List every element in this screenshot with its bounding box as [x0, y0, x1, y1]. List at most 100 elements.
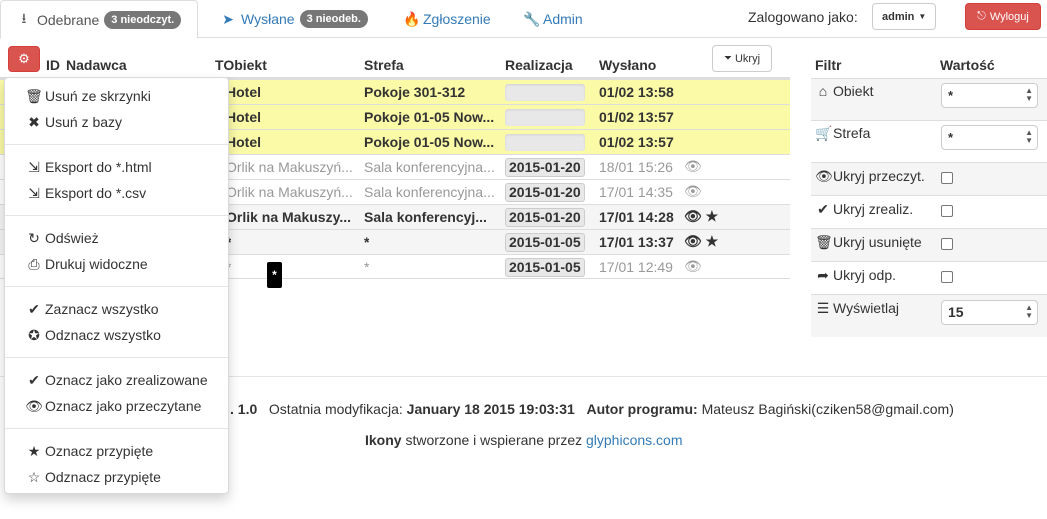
unreceived-badge: 3 nieodeb.: [299, 10, 368, 28]
trash-icon: 🗑: [815, 234, 833, 250]
menu-item-remove-db[interactable]: ✖ Usuń z bazy: [25, 114, 122, 131]
hide-done-checkbox[interactable]: [941, 205, 953, 217]
hide-replied-label: ➦ Ukryj odp.: [815, 267, 896, 284]
modified-label: Ostatnia modyfikacja:: [268, 401, 403, 417]
ok-icon: ✔: [817, 201, 829, 217]
hide-button-label: Ukryj: [734, 52, 761, 65]
hide-read-label: 👁Ukryj przeczyt.: [815, 168, 925, 185]
filter-zone-text: Strefa: [833, 125, 871, 141]
hide-button[interactable]: ⏷ Ukryj: [712, 45, 772, 72]
filter-row-object: ⌂ Obiekt * ▲ ▼: [811, 78, 1047, 120]
hide-deleted-checkbox[interactable]: [941, 238, 953, 250]
display-text: Wyświetlaj: [833, 300, 899, 316]
author-value: Mateusz Bagiński(cziken58@gmail.com): [701, 401, 954, 417]
menu-item-select-all[interactable]: ✔ Zaznacz wszystko: [25, 301, 158, 318]
hide-read-checkbox[interactable]: [941, 172, 953, 184]
cell-zone: Sala konferencyj...: [364, 209, 487, 225]
logout-button[interactable]: ⎋ Wyloguj: [965, 3, 1041, 30]
cell-object: Hotel: [226, 134, 261, 150]
menu-item-mark-done[interactable]: ✔ Oznacz jako zrealizowane: [25, 372, 208, 389]
cell-sent: 17/01 14:35: [599, 184, 673, 200]
menu-item-unpin[interactable]: ☆ Odznacz przypięte: [25, 469, 161, 486]
menu-item-export-csv[interactable]: ⇲ Eksport do *.csv: [25, 185, 146, 202]
cell-sent: 17/01 14:28: [599, 209, 674, 225]
actions-dropdown-menu: 🗑 Usuń ze skrzynki ✖ Usuń z bazy ⇲ Eksport …: [4, 77, 229, 494]
cell-zone: *: [364, 234, 370, 250]
filter-icon: ⏷: [723, 53, 732, 64]
eye-star-icon: 👁 ★: [684, 233, 719, 249]
hide-replied-text: Ukryj odp.: [833, 267, 897, 283]
realization-progress: [505, 84, 585, 101]
object-select[interactable]: * ▲ ▼: [941, 83, 1038, 108]
user-name: admin: [882, 10, 915, 23]
cell-zone: Sala konferencyjna...: [364, 159, 495, 175]
filter-object-label: ⌂ Obiekt: [815, 83, 874, 99]
realization-date: 2015-01-05: [505, 258, 585, 277]
glyphicons-link[interactable]: glyphicons.com: [586, 432, 683, 448]
column-sender[interactable]: Nadawca: [66, 57, 127, 73]
tab-inbox-label: Odebrane: [37, 11, 100, 28]
filter-header: Filtr: [815, 57, 842, 73]
cell-sent: 17/01 13:37: [599, 234, 674, 250]
realization-date: 2015-01-20: [505, 158, 585, 177]
column-realization[interactable]: Realizacja: [505, 57, 573, 73]
filter-row-display: ☰ Wyświetlaj 15 ▲ ▼: [811, 294, 1047, 337]
tab-report[interactable]: 🔥 Zgłoszenie: [387, 0, 507, 38]
menu-item-label: Oznacz przypięte: [45, 443, 154, 459]
eye-star-icon: 👁 ★: [684, 208, 719, 224]
tab-admin-label: Admin: [543, 11, 583, 27]
menu-item-pin[interactable]: ★ Oznacz przypięte: [25, 443, 153, 460]
icons-label: Ikony: [365, 432, 402, 448]
menu-item-label: Eksport do *.csv: [45, 185, 147, 201]
tab-sent[interactable]: ➤ Wysłane 3 nieodeb.: [205, 0, 384, 38]
menu-item-mark-read[interactable]: 👁 Oznacz jako przeczytane: [25, 398, 201, 415]
realization-date: 2015-01-05: [505, 233, 585, 252]
gear-icon: ⚙: [18, 51, 30, 66]
star-empty-icon: ☆: [27, 469, 41, 485]
menu-item-print[interactable]: ⎙ Drukuj widoczne: [25, 256, 147, 273]
menu-item-remove-inbox[interactable]: 🗑 Usuń ze skrzynki: [25, 88, 151, 105]
display-count-input[interactable]: 15 ▲ ▼: [941, 300, 1038, 325]
menu-item-export-html[interactable]: ⇲ Eksport do *.html: [25, 159, 151, 176]
display-count-value: 15: [948, 304, 964, 320]
actions-menu-button[interactable]: ⚙: [8, 46, 40, 72]
user-dropdown[interactable]: admin ▼: [872, 3, 937, 30]
logout-icon: ⎋: [977, 10, 986, 22]
filter-row-hide-done: ✔ Ukryj zrealiz.: [811, 195, 1047, 228]
menu-divider: [5, 428, 228, 429]
hide-replied-checkbox[interactable]: [941, 271, 953, 283]
filter-row-hide-deleted: 🗑Ukryj usunięte: [811, 228, 1047, 261]
modified-value: January 18 2015 19:03:31: [406, 401, 575, 417]
display-label: ☰ Wyświetlaj: [815, 300, 899, 317]
realization-date: 2015-01-20: [505, 208, 585, 227]
column-id[interactable]: ID: [46, 57, 60, 73]
tab-inbox[interactable]: ⭳ Odebrane 3 nieodczyt.: [0, 0, 199, 39]
tab-sent-label: Wysłane: [241, 11, 295, 27]
menu-item-label: Usuń z bazy: [45, 114, 123, 130]
menu-item-label: Usuń ze skrzynki: [45, 88, 151, 104]
zone-select[interactable]: * ▲ ▼: [941, 125, 1038, 150]
menu-item-deselect-all[interactable]: ✪ Odznacz wszystko: [25, 327, 161, 344]
cell-object: Hotel: [226, 109, 261, 125]
share-icon: ➦: [817, 267, 829, 283]
cell-object: Orlik na Makuszy...: [226, 209, 352, 225]
menu-divider: [5, 144, 228, 145]
column-sent[interactable]: Wysłano: [599, 57, 656, 73]
spinner-arrows-icon: ▲ ▼: [1025, 303, 1033, 320]
export-icon: ⇲: [28, 185, 40, 201]
eye-icon: 👁: [815, 168, 833, 184]
cell-sent: 17/01 12:49: [599, 259, 673, 275]
list-icon: ☰: [816, 300, 830, 316]
spinner-arrows-icon: ▲ ▼: [1025, 86, 1033, 103]
filter-row-zone: 🛒Strefa * ▲ ▼: [811, 120, 1047, 162]
menu-divider: [5, 215, 228, 216]
menu-item-label: Odśwież: [45, 230, 99, 246]
tab-report-label: Zgłoszenie: [423, 11, 491, 27]
column-zone[interactable]: Strefa: [364, 57, 404, 73]
column-object[interactable]: TObiekt: [215, 57, 267, 73]
menu-item-refresh[interactable]: ↻ Odśwież: [25, 230, 99, 247]
tab-admin[interactable]: 🔧 Admin: [507, 0, 599, 38]
column-object-label: Obiekt: [223, 57, 267, 73]
logout-label: Wyloguj: [989, 10, 1029, 23]
menu-divider: [5, 286, 228, 287]
